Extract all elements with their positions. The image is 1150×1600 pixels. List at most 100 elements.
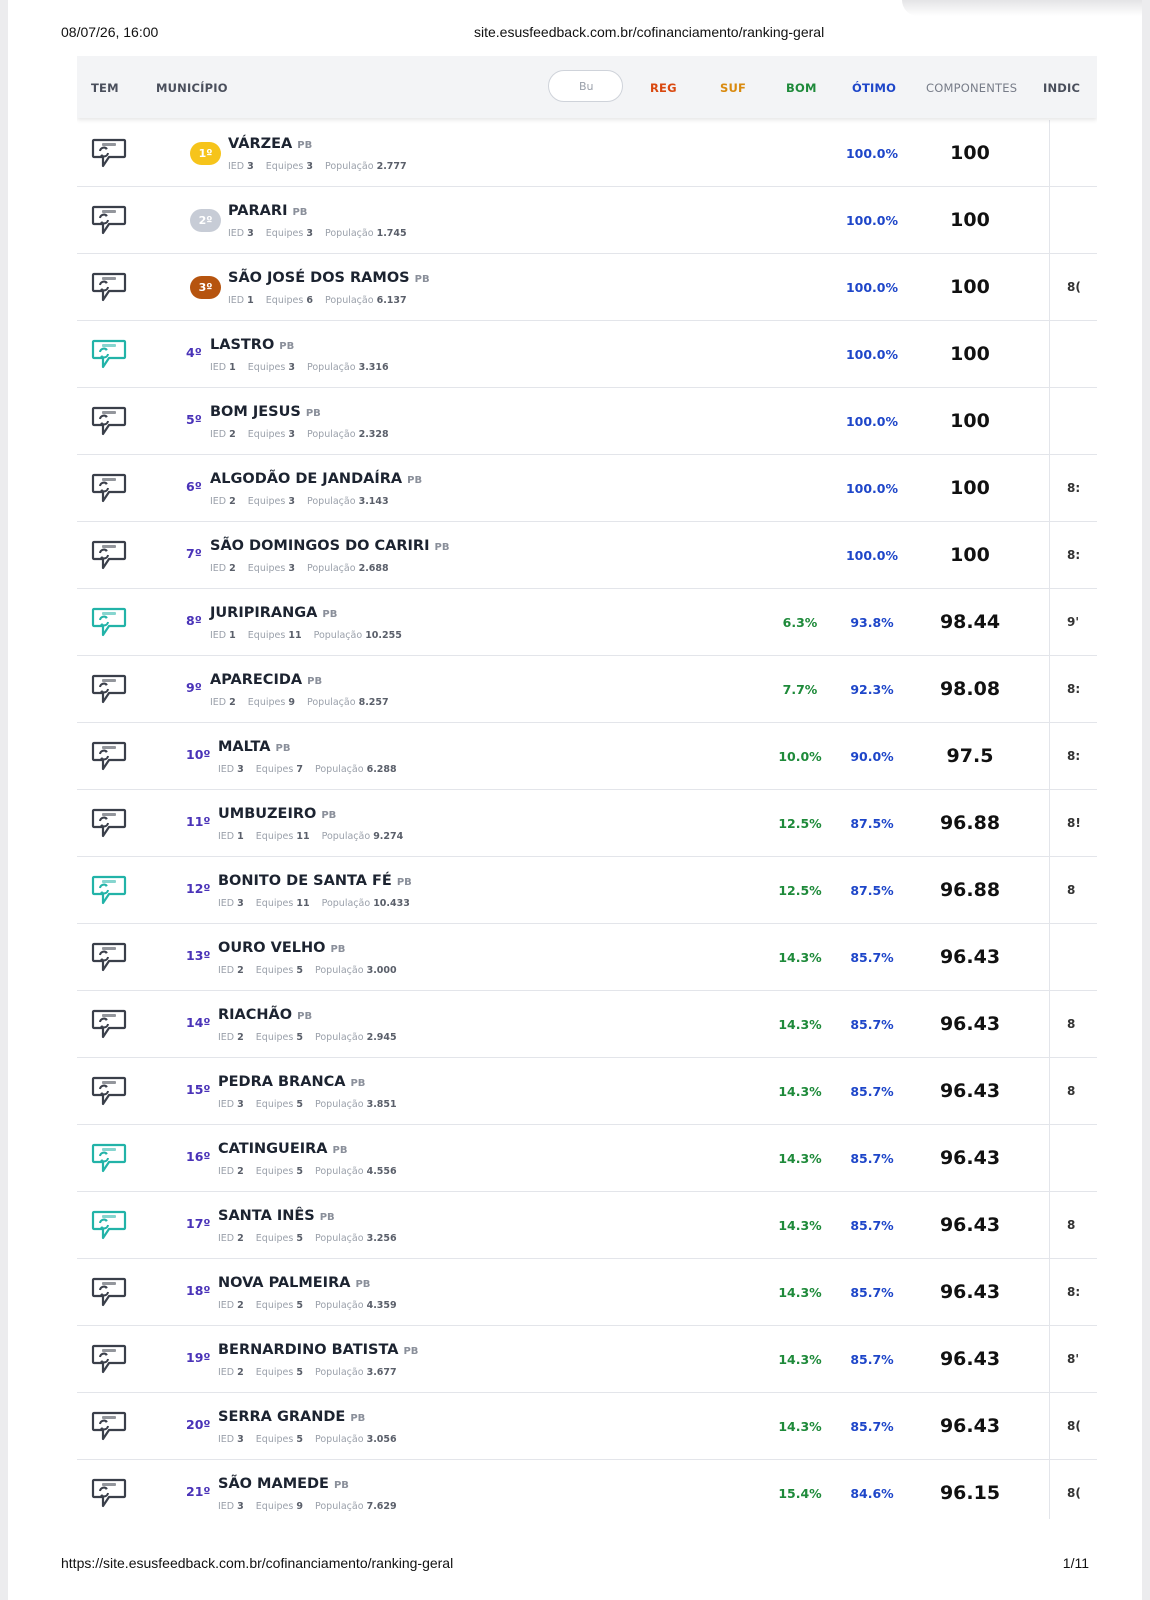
municipio-cell[interactable]: PEDRA BRANCA PB [218,1073,365,1091]
municipio-cell[interactable]: PARARI PB [228,202,307,220]
header-otimo[interactable]: ÓTIMO [852,81,896,95]
equipes-label: Equipes [255,1032,294,1043]
bom-value: 10.0% [778,749,822,764]
feedback-chat-icon [91,1074,127,1108]
municipio-cell[interactable]: SANTA INÊS PB [218,1207,335,1225]
municipio-cell[interactable]: ALGODÃO DE JANDAÍRA PB [210,470,422,488]
print-page-number: 1/11 [1062,1555,1089,1571]
table-row[interactable]: 8º JURIPIRANGA PB IED 1 Equipes 11 População … [77,589,1097,656]
bom-value: 14.3% [778,1285,822,1300]
ied-value: 2 [237,1032,244,1043]
municipio-cell[interactable]: JURIPIRANGA PB [210,604,337,622]
municipio-cell[interactable]: CATINGUEIRA PB [218,1140,347,1158]
municipio-cell[interactable]: VÁRZEA PB [228,135,312,153]
table-row[interactable]: 7º SÃO DOMINGOS DO CARIRI PB IED 2 Equipes 3… [77,522,1097,589]
populacao-value: 2.945 [366,1032,397,1043]
municipio-meta: IED 3 Equipes 7 População 6.288 [218,764,397,775]
populacao-label: População [306,362,356,373]
municipio-cell[interactable]: LASTRO PB [210,336,294,354]
populacao-label: População [314,764,364,775]
populacao-value: 10.255 [365,630,402,641]
header-componentes[interactable]: COMPONENTES [926,81,1017,95]
table-row[interactable]: 4º LASTRO PB IED 1 Equipes 3 População 3.316 1… [77,321,1097,388]
indicador-value: 8( [1067,1486,1081,1500]
componentes-score: 96.15 [939,1482,1001,1504]
populacao-value: 3.851 [366,1099,397,1110]
bom-value: 14.3% [778,1084,822,1099]
table-row[interactable]: 6º ALGODÃO DE JANDAÍRA PB IED 2 Equipes 3 Pop… [77,455,1097,522]
bom-value: 14.3% [778,1151,822,1166]
equipes-label: Equipes [247,496,286,507]
feedback-chat-icon [91,1141,127,1175]
table-row[interactable]: 10º MALTA PB IED 3 Equipes 7 População 6.288 1… [77,723,1097,790]
populacao-label: População [306,429,356,440]
municipio-cell[interactable]: UMBUZEIRO PB [218,805,336,823]
column-divider [1049,1460,1050,1519]
municipio-name: VÁRZEA [228,136,293,152]
feedback-chat-icon [91,1409,127,1443]
table-row[interactable]: 19º BERNARDINO BATISTA PB IED 2 Equipes 5 Pop… [77,1326,1097,1393]
header-municipio[interactable]: MUNICÍPIO [156,81,228,95]
table-row[interactable]: 15º PEDRA BRANCA PB IED 3 Equipes 5 População… [77,1058,1097,1125]
header-suf[interactable]: SUF [720,81,746,95]
table-row[interactable]: 11º UMBUZEIRO PB IED 1 Equipes 11 População 9… [77,790,1097,857]
equipes-label: Equipes [255,1099,294,1110]
municipio-cell[interactable]: BOM JESUS PB [210,403,321,421]
municipio-name: SÃO JOSÉ DOS RAMOS [228,270,410,286]
table-row[interactable]: 14º RIACHÃO PB IED 2 Equipes 5 População 2.94… [77,991,1097,1058]
rank-position: 14º [186,1015,211,1030]
otimo-value: 100.0% [845,347,899,362]
municipio-cell[interactable]: SÃO DOMINGOS DO CARIRI PB [210,537,449,555]
header-indic[interactable]: INDIC [1043,81,1080,95]
table-row[interactable]: 5º BOM JESUS PB IED 2 Equipes 3 População 2.3… [77,388,1097,455]
rank-position: 16º [186,1149,211,1164]
indicador-value: 8 [1067,883,1076,897]
table-row[interactable]: 17º SANTA INÊS PB IED 2 Equipes 5 População 3… [77,1192,1097,1259]
municipio-cell[interactable]: BONITO DE SANTA FÉ PB [218,872,412,890]
municipio-cell[interactable]: APARECIDA PB [210,671,322,689]
table-row[interactable]: 1º VÁRZEA PB IED 3 Equipes 3 População 2.777 1… [77,120,1097,187]
search-input[interactable]: Bu [548,70,623,102]
table-row[interactable]: 3º SÃO JOSÉ DOS RAMOS PB IED 1 Equipes 6 Popu… [77,254,1097,321]
header-tem[interactable]: TEM [91,81,119,95]
populacao-label: População [314,1300,364,1311]
municipio-cell[interactable]: BERNARDINO BATISTA PB [218,1341,418,1359]
header-reg[interactable]: REG [650,81,677,95]
equipes-label: Equipes [255,1166,294,1177]
municipio-cell[interactable]: RIACHÃO PB [218,1006,312,1024]
municipio-cell[interactable]: SERRA GRANDE PB [218,1408,365,1426]
municipio-cell[interactable]: NOVA PALMEIRA PB [218,1274,370,1292]
table-row[interactable]: 2º PARARI PB IED 3 Equipes 3 População 1.745 1… [77,187,1097,254]
populacao-value: 4.359 [366,1300,397,1311]
municipio-name: SANTA INÊS [218,1208,315,1224]
feedback-chat-icon [91,203,127,237]
equipes-value: 11 [296,898,310,909]
table-row[interactable]: 9º APARECIDA PB IED 2 Equipes 9 População 8.2… [77,656,1097,723]
municipio-cell[interactable]: SÃO JOSÉ DOS RAMOS PB [228,269,430,287]
municipio-cell[interactable]: SÃO MAMEDE PB [218,1475,349,1493]
populacao-value: 3.677 [366,1367,397,1378]
ranking-table: TEM MUNICÍPIO Bu REG SUF BOM ÓTIMO COMPO… [77,56,1097,1519]
table-row[interactable]: 18º NOVA PALMEIRA PB IED 2 Equipes 5 Populaçã… [77,1259,1097,1326]
otimo-value: 85.7% [850,1151,894,1166]
populacao-value: 2.777 [376,161,407,172]
rank-position: 17º [186,1216,211,1231]
municipio-cell[interactable]: OURO VELHO PB [218,939,345,957]
equipes-value: 5 [296,965,303,976]
table-row[interactable]: 21º SÃO MAMEDE PB IED 3 Equipes 9 População 7… [77,1460,1097,1519]
municipio-meta: IED 2 Equipes 9 População 8.257 [210,697,389,708]
uf-badge: PB [355,1279,371,1290]
print-header: 08/07/26, 16:00 site.esusfeedback.com.br… [61,24,1089,42]
header-bom[interactable]: BOM [786,81,817,95]
municipio-cell[interactable]: MALTA PB [218,738,290,756]
table-row[interactable]: 16º CATINGUEIRA PB IED 2 Equipes 5 População … [77,1125,1097,1192]
table-row[interactable]: 12º BONITO DE SANTA FÉ PB IED 3 Equipes 11 Po… [77,857,1097,924]
table-row[interactable]: 13º OURO VELHO PB IED 2 Equipes 5 População 3… [77,924,1097,991]
table-row[interactable]: 20º SERRA GRANDE PB IED 3 Equipes 5 População… [77,1393,1097,1460]
feedback-chat-icon [91,605,127,639]
column-divider [1049,321,1050,387]
uf-badge: PB [319,1212,335,1223]
otimo-value: 85.7% [850,1084,894,1099]
populacao-value: 3.256 [366,1233,397,1244]
populacao-label: População [324,228,374,239]
